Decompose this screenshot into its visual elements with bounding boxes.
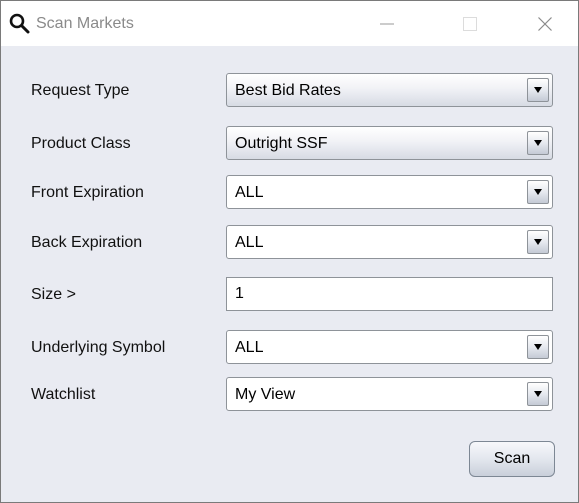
magnifier-icon	[8, 12, 32, 36]
dropdown-arrow-icon	[534, 344, 542, 350]
product-class-dropdown[interactable]: Outright SSF	[226, 126, 553, 160]
request-type-dropdown[interactable]: Best Bid Rates	[226, 73, 553, 107]
front-expiration-value: ALL	[235, 184, 264, 201]
underlying-symbol-dropdown-button[interactable]	[527, 335, 549, 359]
dropdown-arrow-icon	[534, 140, 542, 146]
product-class-value: Outright SSF	[235, 135, 328, 152]
watchlist-label: Watchlist	[31, 386, 96, 403]
underlying-symbol-label: Underlying Symbol	[31, 339, 166, 356]
title-bar: Scan Markets	[1, 1, 578, 46]
size-label: Size >	[31, 286, 76, 303]
back-expiration-label: Back Expiration	[31, 234, 143, 251]
close-button[interactable]	[522, 1, 568, 46]
watchlist-dropdown[interactable]: My View	[226, 377, 553, 411]
front-expiration-dropdown-button[interactable]	[527, 180, 549, 204]
scan-markets-window: Scan Markets Request Type Best Bid Rates…	[0, 0, 579, 503]
minimize-icon	[380, 23, 394, 25]
product-class-dropdown-button[interactable]	[527, 131, 549, 155]
front-expiration-dropdown[interactable]: ALL	[226, 175, 553, 209]
front-expiration-label: Front Expiration	[31, 184, 144, 201]
close-icon	[538, 17, 552, 31]
back-expiration-dropdown-button[interactable]	[527, 230, 549, 254]
scan-button[interactable]: Scan	[469, 441, 555, 477]
watchlist-value: My View	[235, 386, 296, 403]
dropdown-arrow-icon	[534, 239, 542, 245]
request-type-label: Request Type	[31, 82, 130, 99]
window-title: Scan Markets	[36, 15, 134, 32]
maximize-icon	[463, 17, 477, 31]
back-expiration-value: ALL	[235, 234, 264, 251]
dropdown-arrow-icon	[534, 391, 542, 397]
back-expiration-dropdown[interactable]: ALL	[226, 225, 553, 259]
request-type-dropdown-button[interactable]	[527, 78, 549, 102]
product-class-label: Product Class	[31, 135, 131, 152]
dropdown-arrow-icon	[534, 189, 542, 195]
underlying-symbol-dropdown[interactable]: ALL	[226, 330, 553, 364]
size-input[interactable]	[227, 278, 552, 310]
request-type-value: Best Bid Rates	[235, 82, 341, 99]
dropdown-arrow-icon	[534, 87, 542, 93]
watchlist-dropdown-button[interactable]	[527, 382, 549, 406]
maximize-button	[447, 1, 493, 46]
underlying-symbol-value: ALL	[235, 339, 264, 356]
size-field[interactable]	[226, 277, 553, 311]
minimize-button[interactable]	[364, 1, 410, 46]
